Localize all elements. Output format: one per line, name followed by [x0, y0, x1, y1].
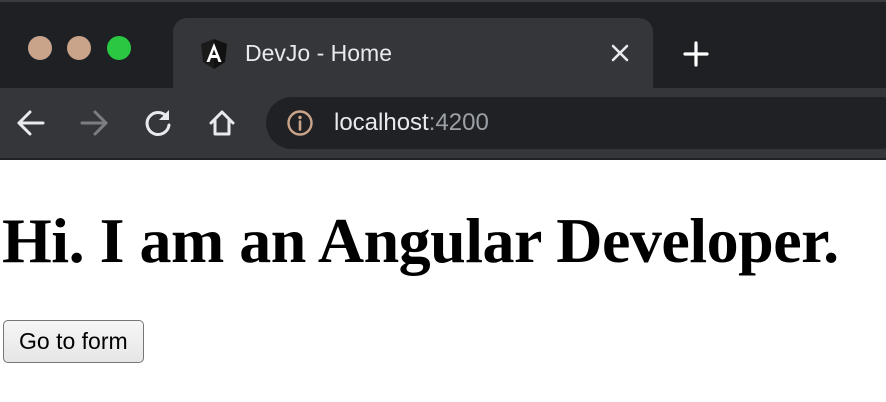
page-heading: Hi. I am an Angular Developer.: [2, 205, 839, 276]
page-content: Hi. I am an Angular Developer. Go to for…: [0, 160, 886, 402]
address-bar[interactable]: localhost:4200: [266, 97, 886, 149]
tab-devjo-home[interactable]: DevJo - Home: [173, 18, 653, 90]
url-host: localhost: [334, 109, 429, 136]
arrow-right-icon[interactable]: [77, 106, 111, 140]
minimize-window-button[interactable]: [67, 36, 91, 60]
url-text[interactable]: localhost:4200: [334, 109, 489, 137]
zoom-window-button[interactable]: [107, 36, 131, 60]
plus-icon[interactable]: [680, 38, 712, 70]
tab-title: DevJo - Home: [245, 40, 392, 66]
tab-strip: DevJo - Home: [0, 0, 886, 90]
go-to-form-button[interactable]: Go to form: [3, 320, 144, 363]
angular-logo-icon: [201, 39, 227, 69]
url-port: :4200: [428, 109, 489, 136]
close-icon[interactable]: [605, 38, 635, 68]
reload-icon[interactable]: [141, 106, 175, 140]
arrow-left-icon[interactable]: [14, 106, 48, 140]
browser-toolbar: localhost:4200: [0, 88, 886, 158]
close-window-button[interactable]: [28, 36, 52, 60]
info-icon[interactable]: [286, 109, 314, 137]
browser-window: DevJo - Home localhost:4200 Hi. I am an …: [0, 0, 886, 402]
home-icon[interactable]: [205, 106, 239, 140]
